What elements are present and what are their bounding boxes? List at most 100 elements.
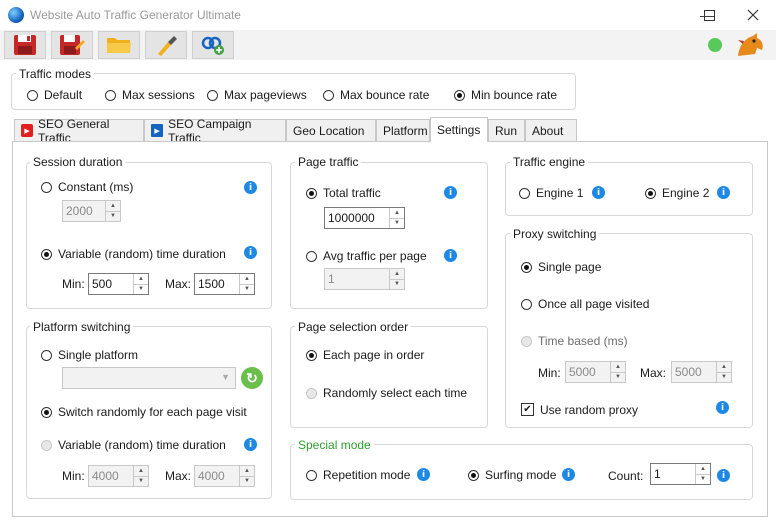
tab-label: About xyxy=(532,123,564,138)
info-icon[interactable]: i xyxy=(444,249,457,262)
info-icon[interactable]: i xyxy=(417,468,430,481)
platform-min-stepper[interactable]: 4000 ▲ ▼ xyxy=(88,465,149,487)
engine-1-label: Engine 1 xyxy=(536,186,584,200)
random-select-radio[interactable]: Randomly select each time xyxy=(306,386,467,400)
mode-max-bounce-radio[interactable]: Max bounce rate xyxy=(323,88,429,102)
tab-settings[interactable]: Settings xyxy=(430,117,488,142)
mode-min-bounce-label: Min bounce rate xyxy=(471,88,558,102)
count-label: Count: xyxy=(608,469,644,483)
link-add-icon xyxy=(201,36,224,55)
tab-label: Geo Location xyxy=(293,123,365,138)
tab-run[interactable]: Run xyxy=(488,119,525,141)
constant-duration-stepper[interactable]: 2000 ▲ ▼ xyxy=(62,200,121,222)
stepper-arrows: ▲ ▼ xyxy=(105,201,120,221)
surfing-mode-radio[interactable]: Surfing mode xyxy=(468,468,556,482)
stepper-arrows: ▲ ▼ xyxy=(610,362,625,382)
info-icon[interactable]: i xyxy=(717,469,730,482)
total-traffic-stepper[interactable]: 1000000 ▲ ▼ xyxy=(324,207,405,229)
save-as-button[interactable] xyxy=(51,31,93,59)
stepper-value: 4000 xyxy=(92,469,119,483)
traffic-engine-legend: Traffic engine xyxy=(510,155,589,169)
total-traffic-label: Total traffic xyxy=(323,186,381,200)
refresh-icon: ↻ xyxy=(246,369,258,386)
engine-2-radio[interactable]: Engine 2 xyxy=(645,186,709,200)
info-icon[interactable]: i xyxy=(717,186,730,199)
avg-traffic-stepper[interactable]: 1 ▲ ▼ xyxy=(324,268,405,290)
refresh-button[interactable]: ↻ xyxy=(241,367,263,389)
mode-min-bounce-radio[interactable]: Min bounce rate xyxy=(454,88,557,102)
radio-circle xyxy=(468,469,479,481)
info-icon[interactable]: i xyxy=(244,438,257,451)
radio-circle xyxy=(41,248,52,260)
mode-default-label: Default xyxy=(44,88,83,102)
tab-platform[interactable]: Platform xyxy=(376,119,430,141)
constant-duration-radio[interactable]: Constant (ms) xyxy=(41,180,133,194)
clear-brush-icon xyxy=(158,36,177,56)
platform-max-stepper[interactable]: 4000 ▲ ▼ xyxy=(194,465,255,487)
window-title: Website Auto Traffic Generator Ultimate xyxy=(30,8,241,22)
save-button[interactable] xyxy=(4,31,46,59)
info-icon[interactable]: i xyxy=(716,401,729,414)
radio-circle xyxy=(521,335,532,347)
mode-max-sessions-radio[interactable]: Max sessions xyxy=(105,88,195,102)
close-button[interactable] xyxy=(730,0,776,30)
status-indicator xyxy=(708,38,722,52)
total-traffic-radio[interactable]: Total traffic xyxy=(306,186,381,200)
radio-circle xyxy=(521,261,532,273)
platform-max-label: Max: xyxy=(165,469,192,483)
info-icon[interactable]: i xyxy=(444,186,457,199)
single-platform-radio[interactable]: Single platform xyxy=(41,348,138,362)
session-min-stepper[interactable]: 500 ▲ ▼ xyxy=(88,273,149,295)
switch-random-radio[interactable]: Switch randomly for each page visit xyxy=(41,405,247,419)
proxy-switching-legend: Proxy switching xyxy=(510,227,600,241)
radio-circle xyxy=(306,250,317,262)
tab-geo-location[interactable]: Geo Location xyxy=(286,119,376,141)
session-max-stepper[interactable]: 1500 ▲ ▼ xyxy=(194,273,255,295)
stepper-value: 5000 xyxy=(569,365,596,379)
tab-seo-campaign[interactable]: ▶ SEO Campaign Traffic xyxy=(144,117,286,145)
open-folder-button[interactable] xyxy=(98,31,140,59)
platform-variable-radio[interactable]: Variable (random) time duration xyxy=(41,438,226,452)
info-icon[interactable]: i xyxy=(244,246,257,259)
variable-duration-radio[interactable]: Variable (random) time duration xyxy=(41,247,226,261)
mode-max-pageviews-label: Max pageviews xyxy=(224,88,307,102)
proxy-once-all-label: Once all page visited xyxy=(538,297,650,311)
save-as-icon xyxy=(60,35,85,55)
mode-default-radio[interactable]: Default xyxy=(27,88,82,102)
tab-seo-general[interactable]: ▶ SEO General Traffic xyxy=(14,117,144,145)
proxy-min-stepper[interactable]: 5000 ▲ ▼ xyxy=(565,361,626,383)
info-icon[interactable]: i xyxy=(562,468,575,481)
variable-duration-label: Variable (random) time duration xyxy=(58,247,226,261)
info-icon[interactable]: i xyxy=(592,186,605,199)
proxy-once-all-radio[interactable]: Once all page visited xyxy=(521,297,649,311)
single-platform-label: Single platform xyxy=(58,348,139,362)
proxy-time-based-radio[interactable]: Time based (ms) xyxy=(521,334,628,348)
random-proxy-checkbox[interactable]: ✔ xyxy=(521,403,534,416)
each-page-order-label: Each page in order xyxy=(323,348,425,362)
add-link-button[interactable] xyxy=(192,31,234,59)
platform-select[interactable]: ▼ xyxy=(62,367,236,389)
maximize-button[interactable] xyxy=(686,0,732,30)
stepper-value: 1 xyxy=(328,272,335,286)
campaign-icon: ▶ xyxy=(151,124,164,137)
constant-duration-label: Constant (ms) xyxy=(58,180,134,194)
proxy-single-page-radio[interactable]: Single page xyxy=(521,260,601,274)
proxy-max-stepper[interactable]: 5000 ▲ ▼ xyxy=(671,361,732,383)
radio-circle xyxy=(207,89,218,101)
avg-traffic-radio[interactable]: Avg traffic per page xyxy=(306,249,427,263)
page-traffic-legend: Page traffic xyxy=(295,155,362,169)
info-icon[interactable]: i xyxy=(244,181,257,194)
mode-max-pageviews-radio[interactable]: Max pageviews xyxy=(207,88,307,102)
radio-circle xyxy=(306,349,317,361)
engine-2-label: Engine 2 xyxy=(662,186,710,200)
close-icon xyxy=(747,9,759,21)
stepper-arrows: ▲ ▼ xyxy=(239,466,254,486)
engine-1-radio[interactable]: Engine 1 xyxy=(519,186,583,200)
tab-label: Platform xyxy=(383,123,428,138)
radio-circle xyxy=(41,439,52,451)
each-page-order-radio[interactable]: Each page in order xyxy=(306,348,424,362)
tab-about[interactable]: About xyxy=(525,119,577,141)
count-stepper[interactable]: 1 ▲ ▼ xyxy=(650,463,711,485)
clear-button[interactable] xyxy=(145,31,187,59)
repetition-mode-radio[interactable]: Repetition mode xyxy=(306,468,410,482)
